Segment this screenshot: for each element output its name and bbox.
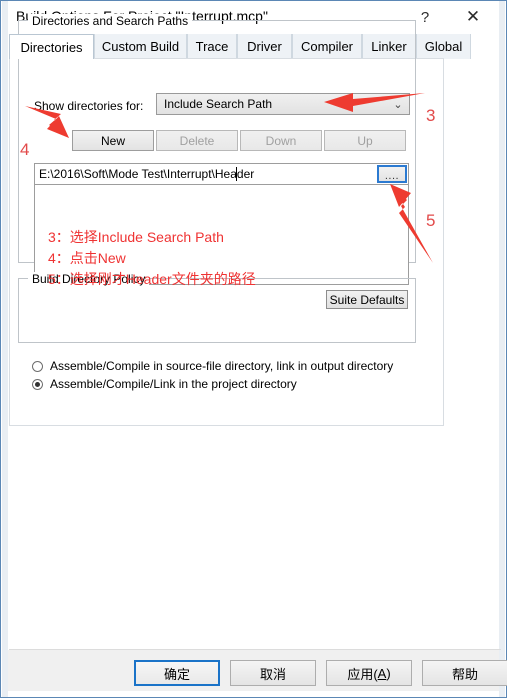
delete-button: Delete	[156, 130, 238, 151]
annotation-step-5: 5：选择刚才Header文件夹的路径	[48, 271, 256, 287]
close-icon[interactable]: ✕	[451, 2, 495, 32]
dialog-button-bar: 确定 取消 应用(A) 帮助	[8, 650, 507, 691]
annotation-step-4: 4：点击New	[48, 250, 126, 266]
move-up-button: Up	[324, 130, 406, 151]
show-directories-select[interactable]: Include Search Path ⌄	[156, 93, 410, 115]
help-button[interactable]: 帮助	[422, 660, 507, 686]
new-button[interactable]: New	[72, 130, 154, 151]
radio-icon-checked	[32, 378, 43, 390]
apply-label-prefix: 应用(	[347, 666, 378, 682]
suite-defaults-button[interactable]: Suite Defaults	[326, 290, 408, 309]
build-options-dialog: Build Options For Project "Interrupt.mcp…	[0, 0, 507, 698]
annotation-number-4: 4	[20, 140, 30, 159]
search-path-row[interactable]: E:\2016\Soft\Mode Test\Interrupt\Header …	[35, 164, 408, 185]
move-down-button: Down	[240, 130, 322, 151]
ok-button[interactable]: 确定	[134, 660, 220, 686]
radio-source-file-directory-label: Assemble/Compile in source-file director…	[50, 359, 394, 373]
window-left-rail	[2, 1, 8, 697]
radio-source-file-directory[interactable]: Assemble/Compile in source-file director…	[32, 359, 393, 373]
tab-global[interactable]: Global	[416, 34, 471, 59]
annotation-number-3: 3	[426, 106, 436, 125]
apply-button[interactable]: 应用(A)	[326, 660, 412, 686]
window-right-rail	[499, 1, 505, 697]
browse-button[interactable]: ....	[377, 165, 407, 183]
radio-project-directory-label: Assemble/Compile/Link in the project dir…	[50, 377, 297, 391]
show-directories-label: Show directories for:	[34, 99, 144, 113]
directories-group-title: Directories and Search Paths	[28, 14, 193, 28]
radio-icon-unchecked	[32, 360, 43, 372]
text-caret	[236, 167, 237, 181]
annotation-number-5: 5	[426, 211, 436, 230]
apply-accel-key: A	[377, 665, 387, 681]
search-path-input[interactable]: E:\2016\Soft\Mode Test\Interrupt\Header	[39, 167, 254, 181]
apply-label-suffix: )	[386, 665, 391, 681]
chevron-down-icon: ⌄	[393, 98, 403, 111]
radio-project-directory[interactable]: Assemble/Compile/Link in the project dir…	[32, 377, 297, 391]
tab-directories[interactable]: Directories	[9, 34, 94, 59]
show-directories-value: Include Search Path	[164, 97, 273, 111]
annotation-step-3: 3：选择Include Search Path	[48, 229, 224, 245]
cancel-button[interactable]: 取消	[230, 660, 316, 686]
